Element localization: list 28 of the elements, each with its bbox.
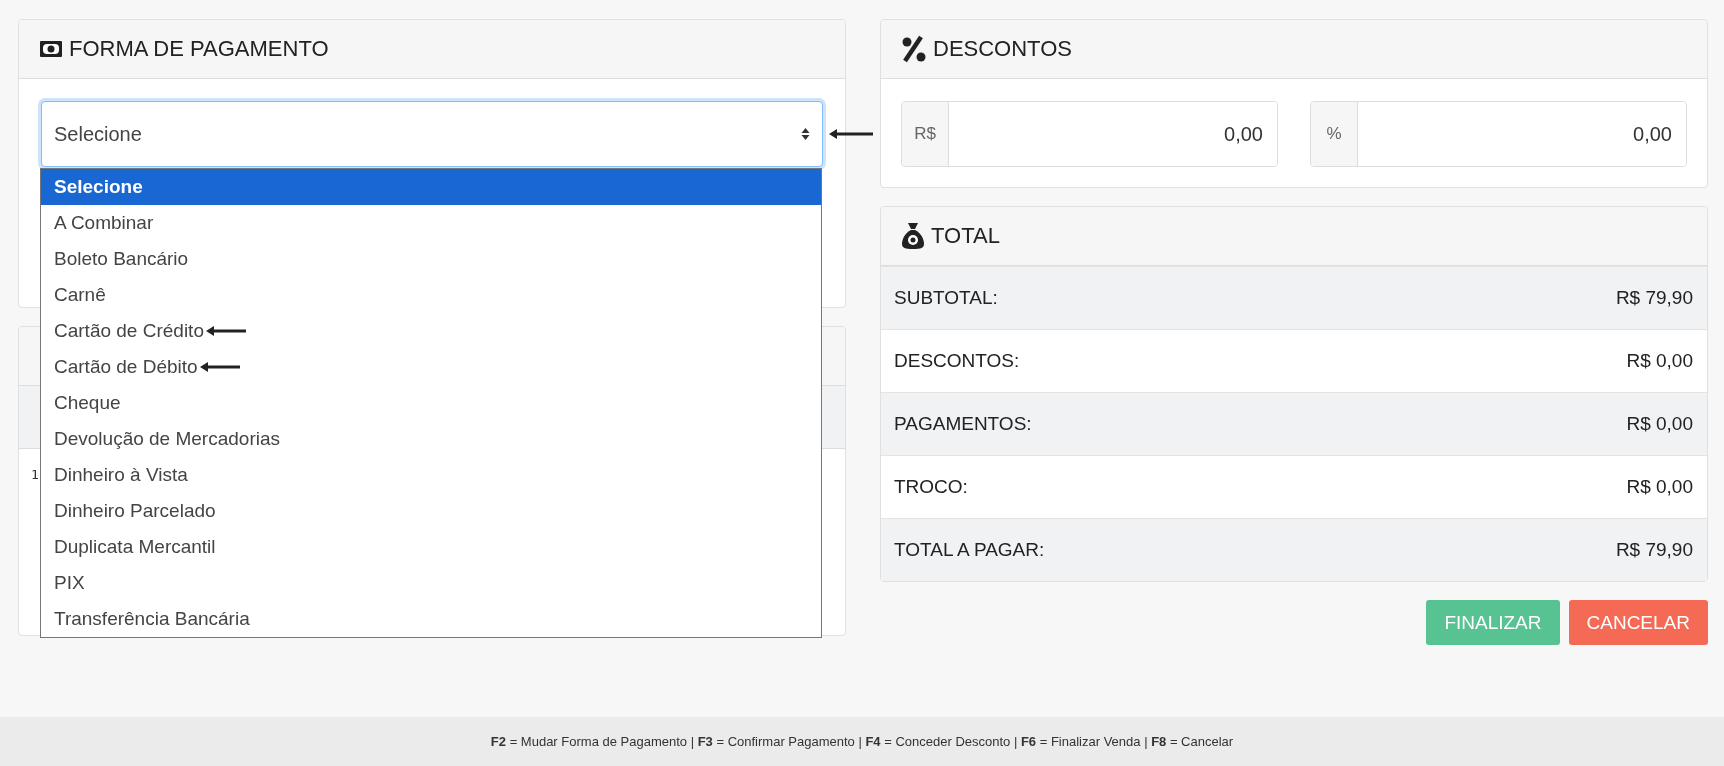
banknote-icon (39, 40, 63, 58)
percent-icon (901, 35, 927, 63)
dropdown-option[interactable]: Selecione (41, 169, 821, 205)
discount-input-group[interactable]: % 0,00 (1310, 101, 1687, 167)
panel-title: FORMA DE PAGAMENTO (69, 36, 329, 62)
row-value: R$ 0,00 (1626, 413, 1693, 435)
input-prefix: R$ (902, 102, 949, 166)
row-label: SUBTOTAL: (894, 287, 998, 309)
input-prefix: % (1311, 102, 1358, 166)
row-label: TROCO: (894, 476, 968, 498)
panel-title: DESCONTOS (933, 36, 1072, 62)
arrow-icon (205, 326, 246, 336)
discount-input-group[interactable]: R$ 0,00 (901, 101, 1278, 167)
arrow-icon (829, 129, 873, 139)
payment-select[interactable]: Selecione (41, 101, 823, 167)
sort-icon (801, 127, 810, 141)
shortcut-hint: F2 = Mudar Forma de Pagamento | F3 = Confirmar Pagamento | F4 = Conceder Desconto | F6 = Finalizar Venda | F8 = Cancelar (490, 734, 1234, 749)
row-value: R$ 0,00 (1626, 476, 1693, 498)
row-value: R$ 79,90 (1615, 287, 1693, 309)
arrow-icon (199, 362, 240, 372)
panel-title: TOTAL (931, 223, 1000, 249)
row-value: R$ 0,00 (1626, 350, 1693, 372)
row-value: R$ 79,90 (1615, 539, 1693, 561)
row-label: TOTAL A PAGAR: (894, 539, 1045, 561)
table-cell: 1 (31, 467, 39, 482)
row-label: PAGAMENTOS: (894, 413, 1032, 435)
money-bag-icon (901, 222, 925, 250)
row-label: DESCONTOS: (894, 350, 1020, 372)
